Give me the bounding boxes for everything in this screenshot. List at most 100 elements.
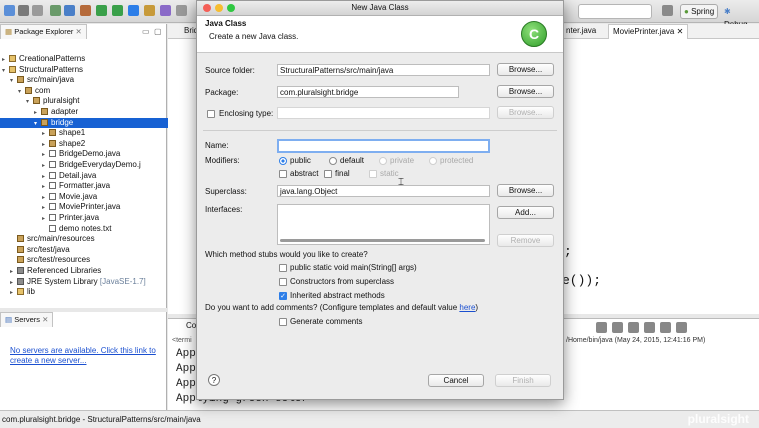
superclass-browse-button[interactable]: Browse...: [497, 184, 554, 197]
modifier-static-checkbox[interactable]: [369, 170, 377, 178]
enclosing-type-label: Enclosing type:: [219, 109, 273, 119]
tree-item-label: bridge: [51, 118, 73, 127]
tree-item[interactable]: ▸BridgeEverydayDemo.j: [0, 160, 141, 171]
modifier-private-radio[interactable]: [379, 157, 387, 165]
dialog-titlebar: New Java Class: [197, 1, 563, 16]
source-folder-icon: [17, 235, 24, 242]
modifier-default-label: default: [340, 156, 364, 166]
tree-item[interactable]: ▸CreationalPatterns: [0, 54, 85, 65]
tree-item[interactable]: ▸Detail.java: [0, 171, 96, 182]
tree-item[interactable]: ▸BridgeDemo.java: [0, 149, 120, 160]
tree-item[interactable]: src/test/java: [0, 245, 70, 256]
display-console-icon[interactable]: [676, 322, 687, 333]
enclosing-type-browse-button[interactable]: Browse...: [497, 106, 554, 119]
library-icon: [17, 267, 24, 274]
modifier-abstract-checkbox[interactable]: [279, 170, 287, 178]
toolbar-tool-icon[interactable]: [176, 5, 187, 16]
finish-button[interactable]: Finish: [495, 374, 551, 387]
tree-item[interactable]: src/main/resources: [0, 234, 95, 245]
cancel-button[interactable]: Cancel: [428, 374, 484, 387]
java-class-wizard-icon: C: [521, 21, 547, 47]
class-name-input[interactable]: [277, 139, 490, 153]
source-folder-browse-button[interactable]: Browse...: [497, 63, 554, 76]
modifier-protected-label: protected: [440, 156, 473, 166]
generate-comments-checkbox[interactable]: [279, 318, 287, 326]
package-browse-button[interactable]: Browse...: [497, 85, 554, 98]
stub-inherited-checkbox[interactable]: ✓: [279, 292, 287, 300]
tree-item[interactable]: demo notes.txt: [0, 224, 111, 235]
package-icon: [41, 119, 48, 126]
tree-item[interactable]: src/test/resources: [0, 255, 90, 266]
modifier-protected-radio[interactable]: [429, 157, 437, 165]
tree-item-label: com: [35, 86, 50, 95]
pin-console-icon[interactable]: [660, 322, 671, 333]
package-field[interactable]: com.pluralsight.bridge: [277, 86, 459, 98]
editor-tab-printer[interactable]: nter.java: [566, 26, 596, 35]
tree-item[interactable]: ▸shape1: [0, 128, 85, 139]
tree-item[interactable]: ▾pluralsight: [0, 96, 79, 107]
interfaces-list[interactable]: [277, 204, 490, 245]
expand-arrow-icon[interactable]: ▸: [10, 288, 17, 299]
modifier-final-checkbox[interactable]: [324, 170, 332, 178]
editor-tab-movieprinter[interactable]: MoviePrinter.java ✕: [608, 24, 688, 39]
tree-item[interactable]: ▸Printer.java: [0, 213, 99, 224]
interfaces-scrollbar[interactable]: [280, 239, 485, 242]
source-folder-field[interactable]: StructuralPatterns/src/main/java: [277, 64, 490, 76]
scroll-lock-icon[interactable]: [644, 322, 655, 333]
debug-icon[interactable]: [80, 5, 91, 16]
run-dropdown-icon[interactable]: [112, 5, 123, 16]
tree-item[interactable]: ▸adapter: [0, 107, 78, 118]
perspective-debug[interactable]: ✱ Debug: [720, 4, 759, 19]
perspective-spring[interactable]: ● Spring: [680, 4, 718, 19]
stub-constructors-checkbox[interactable]: [279, 278, 287, 286]
tree-item[interactable]: ▾bridge: [0, 118, 194, 129]
tree-item[interactable]: ▸Formatter.java: [0, 181, 110, 192]
search-icon[interactable]: [64, 5, 75, 16]
package-explorer-tab[interactable]: ▦ Package Explorer ✕: [0, 24, 87, 39]
library-icon: [17, 278, 24, 285]
open-perspective-icon[interactable]: [662, 5, 673, 16]
tree-item-label: src/test/java: [27, 245, 70, 254]
help-icon[interactable]: ?: [208, 374, 220, 386]
maximize-view-icon[interactable]: ▢: [154, 27, 162, 36]
tree-item-label: Formatter.java: [59, 181, 110, 190]
build-icon[interactable]: [50, 5, 61, 16]
tree-item-label: Movie.java: [59, 192, 97, 201]
configure-templates-link[interactable]: here: [459, 303, 475, 312]
close-window-icon[interactable]: [203, 4, 211, 12]
open-type-icon[interactable]: [160, 5, 171, 16]
tree-item[interactable]: ▸lib: [0, 287, 35, 298]
add-interface-button[interactable]: Add...: [497, 206, 554, 219]
tree-item[interactable]: ▸Movie.java: [0, 192, 97, 203]
minimize-window-icon[interactable]: [215, 4, 223, 12]
clear-console-icon[interactable]: [628, 322, 639, 333]
modifier-default-radio[interactable]: [329, 157, 337, 165]
new-package-icon[interactable]: [144, 5, 155, 16]
new-java-class-dialog: New Java Class Java Class Create a new J…: [196, 0, 564, 400]
remove-launch-icon[interactable]: [612, 322, 623, 333]
new-icon[interactable]: [4, 5, 15, 16]
tree-item[interactable]: ▸shape2: [0, 139, 85, 150]
minimize-view-icon[interactable]: ▭: [142, 27, 150, 36]
tree-item[interactable]: ▾StructuralPatterns: [0, 65, 83, 76]
tree-item[interactable]: ▾com: [0, 86, 50, 97]
quick-access-field[interactable]: [578, 4, 652, 19]
remove-interface-button[interactable]: Remove: [497, 234, 554, 247]
terminate-icon[interactable]: [596, 322, 607, 333]
create-server-link[interactable]: No servers are available. Click this lin…: [10, 346, 160, 366]
zoom-window-icon[interactable]: [227, 4, 235, 12]
print-icon[interactable]: [32, 5, 43, 16]
run-icon[interactable]: [96, 5, 107, 16]
enclosing-type-field[interactable]: [277, 107, 490, 119]
tree-item[interactable]: ▸MoviePrinter.java: [0, 202, 120, 213]
tree-item[interactable]: ▸Referenced Libraries: [0, 266, 101, 277]
save-icon[interactable]: [18, 5, 29, 16]
modifier-public-radio[interactable]: [279, 157, 287, 165]
new-class-icon[interactable]: [128, 5, 139, 16]
stub-main-checkbox[interactable]: [279, 264, 287, 272]
tree-item[interactable]: ▸JRE System Library [JavaSE-1.7]: [0, 277, 146, 288]
enclosing-type-checkbox[interactable]: [207, 110, 215, 118]
tree-item[interactable]: ▾src/main/java: [0, 75, 74, 86]
servers-tab[interactable]: ▤ Servers ✕: [0, 312, 53, 327]
superclass-field[interactable]: java.lang.Object: [277, 185, 490, 197]
